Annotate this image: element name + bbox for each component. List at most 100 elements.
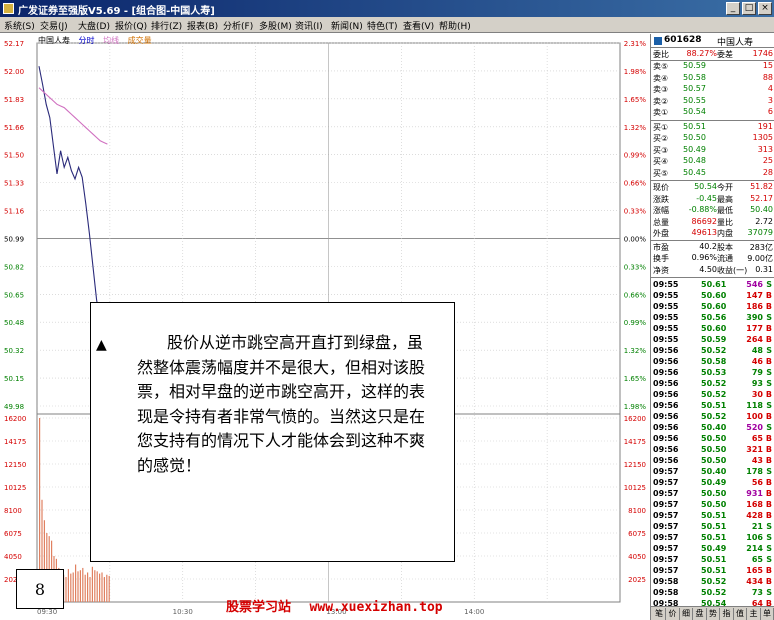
quote-label: 现价 — [653, 183, 669, 192]
menu-feature[interactable]: 特色(T) — [367, 19, 398, 32]
tick-row[interactable]: 09:56 50.52 100 B — [651, 412, 774, 422]
tick-time: 09:56 — [653, 456, 679, 465]
tick-row[interactable]: 09:55 50.61 546 S — [651, 280, 774, 290]
tick-price: 50.60 — [701, 291, 727, 300]
close-button[interactable]: × — [758, 2, 772, 15]
minimize-button[interactable]: _ — [726, 2, 740, 15]
tab-volume[interactable]: 成交量 — [128, 36, 152, 45]
tick-time: 09:56 — [653, 445, 679, 454]
quote-row: 市盈 40.2 股本 283亿 — [651, 242, 774, 253]
tick-price: 50.52 — [701, 412, 727, 421]
tick-row[interactable]: 09:56 50.53 79 S — [651, 368, 774, 378]
tick-time: 09:56 — [653, 390, 679, 399]
tick-volume: 93 — [751, 379, 763, 388]
tick-time: 09:56 — [653, 368, 679, 377]
price-tick-label: 52.00 — [4, 68, 24, 76]
menu-news[interactable]: 新闻(N) — [331, 19, 363, 32]
tick-volume: 178 — [746, 467, 763, 476]
menu-system[interactable]: 系统(S) — [4, 19, 35, 32]
menu-report[interactable]: 报表(B) — [187, 19, 218, 32]
bid-row[interactable]: 买② 50.50 1305 — [651, 133, 774, 144]
ask-row[interactable]: 卖① 50.54 6 — [651, 107, 774, 118]
ask-label: 卖④ — [653, 73, 669, 83]
menu-help[interactable]: 帮助(H) — [439, 19, 471, 32]
maximize-button[interactable]: □ — [742, 2, 756, 15]
panel-tab[interactable]: 主 — [748, 608, 761, 620]
tick-row[interactable]: 09:57 50.51 21 S — [651, 522, 774, 532]
menu-market[interactable]: 大盘(D) — [78, 19, 110, 32]
tick-row[interactable]: 09:57 50.49 56 B — [651, 478, 774, 488]
tick-row[interactable]: 09:57 50.50 168 B — [651, 500, 774, 510]
quote-value: 4.50 — [699, 264, 717, 274]
pct-tick-label: 1.98% — [624, 68, 647, 76]
tick-price: 50.50 — [701, 434, 727, 443]
panel-tab[interactable]: 盘 — [694, 608, 707, 620]
volume-bar — [82, 567, 84, 602]
menu-multi[interactable]: 多股(M) — [259, 19, 292, 32]
tick-row[interactable]: 09:56 50.52 30 B — [651, 390, 774, 400]
bid-row[interactable]: 买③ 50.49 313 — [651, 145, 774, 156]
tick-row[interactable]: 09:56 50.58 46 B — [651, 357, 774, 367]
tick-row[interactable]: 09:56 50.52 48 S — [651, 346, 774, 356]
chart-header: 中国人寿 分时 均线 成交量 — [38, 35, 158, 46]
tab-time[interactable]: 分时 — [79, 36, 95, 45]
tick-price: 50.58 — [701, 357, 727, 366]
panel-tab[interactable]: 单 — [761, 608, 774, 620]
tick-row[interactable]: 09:57 50.51 65 S — [651, 555, 774, 565]
tick-row[interactable]: 09:57 50.51 165 B — [651, 566, 774, 576]
ask-row[interactable]: 卖③ 50.57 4 — [651, 84, 774, 95]
tick-volume: 434 — [746, 577, 763, 586]
ask-price: 50.58 — [683, 72, 706, 82]
menu-rank[interactable]: 排行(Z) — [151, 19, 182, 32]
tick-side: S — [766, 401, 772, 410]
ask-row[interactable]: 卖④ 50.58 88 — [651, 73, 774, 84]
panel-tab[interactable]: 值 — [734, 608, 747, 620]
tick-row[interactable]: 09:55 50.60 147 B — [651, 291, 774, 301]
quote-value-2: 51.82 — [750, 182, 773, 191]
tab-avg[interactable]: 均线 — [103, 36, 119, 45]
quote-row: 涨幅 -0.88% 最低 50.40 — [651, 205, 774, 216]
tick-row[interactable]: 09:58 50.52 73 S — [651, 588, 774, 598]
tick-row[interactable]: 09:57 50.51 428 B — [651, 511, 774, 521]
tick-row[interactable]: 09:55 50.56 390 S — [651, 313, 774, 323]
tick-volume: 177 — [746, 324, 763, 333]
price-tick-label: 51.16 — [4, 208, 25, 216]
panel-tab[interactable]: 势 — [707, 608, 720, 620]
tick-side: B — [765, 511, 772, 520]
tick-row[interactable]: 09:57 50.51 106 S — [651, 533, 774, 543]
panel-tab[interactable]: 指 — [721, 608, 734, 620]
menu-info[interactable]: 资讯(I) — [295, 19, 323, 32]
bid-row[interactable]: 买⑤ 50.45 28 — [651, 168, 774, 179]
bid-price: 50.45 — [683, 167, 706, 177]
tick-row[interactable]: 09:56 50.50 65 B — [651, 434, 774, 444]
panel-tab[interactable]: 细 — [680, 608, 693, 620]
tick-row[interactable]: 09:57 50.49 214 S — [651, 544, 774, 554]
tick-row[interactable]: 09:55 50.59 264 B — [651, 335, 774, 345]
tick-time: 09:57 — [653, 555, 679, 564]
ask-row[interactable]: 卖② 50.55 3 — [651, 96, 774, 107]
tick-row[interactable]: 09:56 50.52 93 S — [651, 379, 774, 389]
tick-row[interactable]: 09:56 50.51 118 S — [651, 401, 774, 411]
tick-row[interactable]: 09:55 50.60 186 B — [651, 302, 774, 312]
tick-row[interactable]: 09:57 50.40 178 S — [651, 467, 774, 477]
menu-analysis[interactable]: 分析(F) — [223, 19, 253, 32]
tick-row[interactable]: 09:56 50.50 43 B — [651, 456, 774, 466]
tick-row[interactable]: 09:55 50.60 177 B — [651, 324, 774, 334]
bid-price: 50.49 — [683, 144, 706, 154]
tick-row[interactable]: 09:56 50.40 520 S — [651, 423, 774, 433]
tick-volume: 390 — [746, 313, 763, 322]
volume-tick-label: 12150 — [4, 461, 26, 469]
tick-row[interactable]: 09:57 50.50 931 B — [651, 489, 774, 499]
menu-view[interactable]: 查看(V) — [403, 19, 434, 32]
tick-side: B — [765, 302, 772, 311]
tick-row[interactable]: 09:58 50.52 434 B — [651, 577, 774, 587]
tick-time: 09:56 — [653, 379, 679, 388]
panel-tab[interactable]: 笔 — [653, 608, 666, 620]
bid-row[interactable]: 买① 50.51 191 — [651, 122, 774, 133]
panel-tab[interactable]: 价 — [667, 608, 680, 620]
ask-row[interactable]: 卖⑤ 50.59 15 — [651, 61, 774, 72]
bid-row[interactable]: 买④ 50.48 25 — [651, 156, 774, 167]
menu-trade[interactable]: 交易(J) — [40, 19, 68, 32]
menu-quote[interactable]: 报价(Q) — [115, 19, 147, 32]
tick-row[interactable]: 09:56 50.50 321 B — [651, 445, 774, 455]
